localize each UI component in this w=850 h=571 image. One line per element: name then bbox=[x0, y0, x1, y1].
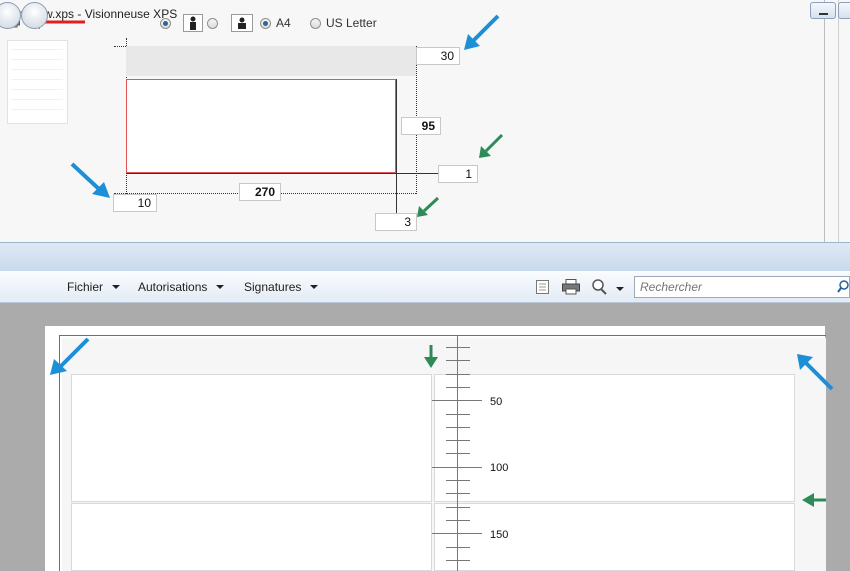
landscape-radio[interactable] bbox=[207, 18, 218, 29]
horizontal-spacing-field[interactable]: 3 bbox=[375, 213, 417, 231]
ruler-tick bbox=[446, 347, 470, 348]
ruler-tick bbox=[446, 360, 470, 361]
vertical-spacing-field[interactable]: 1 bbox=[438, 165, 478, 183]
cell-height-field[interactable]: 95 bbox=[401, 117, 441, 135]
viewer-title-bar bbox=[0, 242, 850, 271]
left-margin-field[interactable]: 10 bbox=[113, 194, 157, 212]
label-cell bbox=[71, 374, 432, 502]
ruler-label: 100 bbox=[490, 462, 509, 474]
panel-divider bbox=[838, 0, 839, 242]
top-margin-area bbox=[126, 46, 416, 76]
paper-us-letter-label: US Letter bbox=[326, 16, 377, 30]
ruler-tick bbox=[446, 374, 470, 375]
blue-arrow-annotation bbox=[797, 354, 834, 391]
green-arrow-annotation bbox=[417, 196, 440, 217]
menu-fichier[interactable]: Fichier bbox=[67, 280, 121, 294]
chevron-down-icon bbox=[216, 285, 225, 289]
ruler-tick bbox=[446, 547, 470, 548]
ruler-tick bbox=[446, 493, 470, 494]
chevron-down-icon bbox=[310, 285, 319, 289]
ruler-tick bbox=[432, 400, 482, 401]
paper-a4-label: A4 bbox=[276, 16, 291, 30]
search-input[interactable] bbox=[640, 280, 830, 294]
label-cell-preview bbox=[126, 79, 396, 173]
forward-button[interactable] bbox=[21, 2, 48, 29]
zoom-icon[interactable] bbox=[591, 278, 611, 296]
label-cell bbox=[434, 503, 795, 571]
page-thumbnail[interactable] bbox=[7, 40, 68, 124]
blue-arrow-annotation bbox=[70, 162, 110, 198]
green-arrow-annotation bbox=[802, 493, 826, 507]
top-margin-line bbox=[59, 335, 826, 336]
blue-arrow-annotation bbox=[50, 337, 90, 375]
chevron-down-icon[interactable] bbox=[616, 287, 624, 291]
ruler-tick bbox=[432, 467, 482, 468]
cell-width-field[interactable]: 270 bbox=[239, 183, 281, 201]
blue-arrow-annotation bbox=[464, 14, 500, 50]
ruler-tick bbox=[446, 480, 470, 481]
top-margin-field[interactable]: 30 bbox=[416, 47, 460, 65]
ruler-tick bbox=[446, 387, 470, 388]
ruler-tick bbox=[446, 427, 470, 428]
label-cell bbox=[71, 503, 432, 571]
minimize-button[interactable] bbox=[810, 2, 836, 19]
green-arrow-annotation bbox=[424, 345, 438, 368]
ruler-tick bbox=[446, 440, 470, 441]
ruler-tick bbox=[446, 414, 470, 415]
paper-us-letter-radio[interactable] bbox=[310, 18, 321, 29]
ruler-tick bbox=[446, 560, 470, 561]
landscape-icon bbox=[231, 14, 253, 32]
search-box[interactable] bbox=[634, 276, 850, 298]
ruler-label: 150 bbox=[490, 529, 509, 541]
print-icon[interactable] bbox=[562, 279, 580, 295]
ruler-label: 50 bbox=[490, 396, 503, 408]
panel-divider bbox=[824, 0, 825, 242]
paper-a4-radio[interactable] bbox=[260, 18, 271, 29]
ruler-tick bbox=[446, 453, 470, 454]
ruler-tick bbox=[446, 520, 470, 521]
ruler-tick bbox=[446, 507, 470, 508]
chevron-down-icon bbox=[112, 285, 121, 289]
green-arrow-annotation bbox=[479, 133, 504, 158]
label-cell bbox=[434, 374, 795, 502]
menu-signatures[interactable]: Signatures bbox=[244, 280, 319, 294]
ruler-tick bbox=[432, 533, 482, 534]
maximize-button[interactable] bbox=[838, 2, 850, 19]
portrait-icon bbox=[183, 14, 203, 32]
outline-icon[interactable] bbox=[536, 280, 550, 295]
spacing-guide-h bbox=[126, 173, 438, 174]
search-icon[interactable] bbox=[837, 280, 849, 293]
spacing-guide-v bbox=[396, 79, 397, 219]
menu-autorisations[interactable]: Autorisations bbox=[138, 280, 225, 294]
